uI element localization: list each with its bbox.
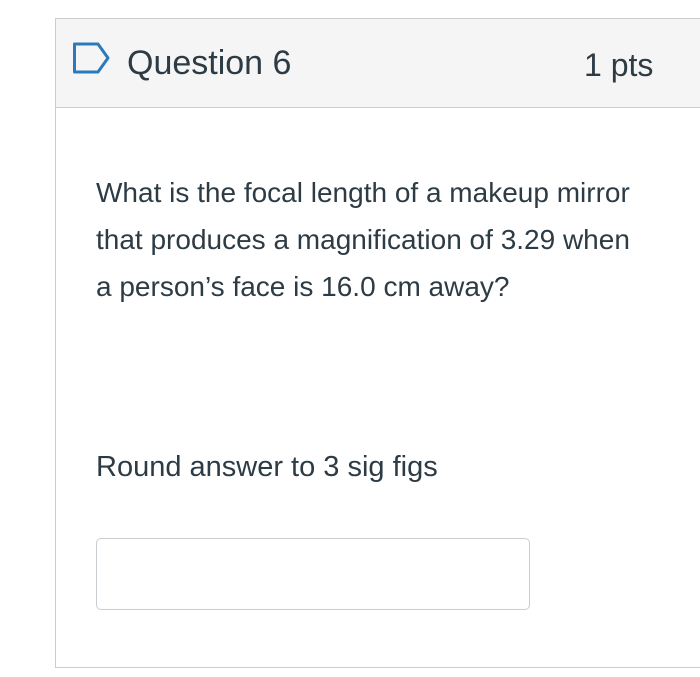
flag-outline-icon	[73, 42, 110, 74]
question-text: What is the focal length of a makeup mir…	[96, 177, 630, 302]
question-header: Question 6 1 pts	[56, 19, 700, 108]
question-title: Question 6	[127, 44, 292, 82]
question-instruction: Round answer to 3 sig figs	[96, 451, 438, 483]
flag-question-icon[interactable]	[72, 41, 112, 75]
answer-input[interactable]	[96, 538, 530, 610]
question-points: 1 pts	[584, 47, 654, 83]
question-card: Question 6 1 pts What is the focal lengt…	[55, 18, 700, 668]
